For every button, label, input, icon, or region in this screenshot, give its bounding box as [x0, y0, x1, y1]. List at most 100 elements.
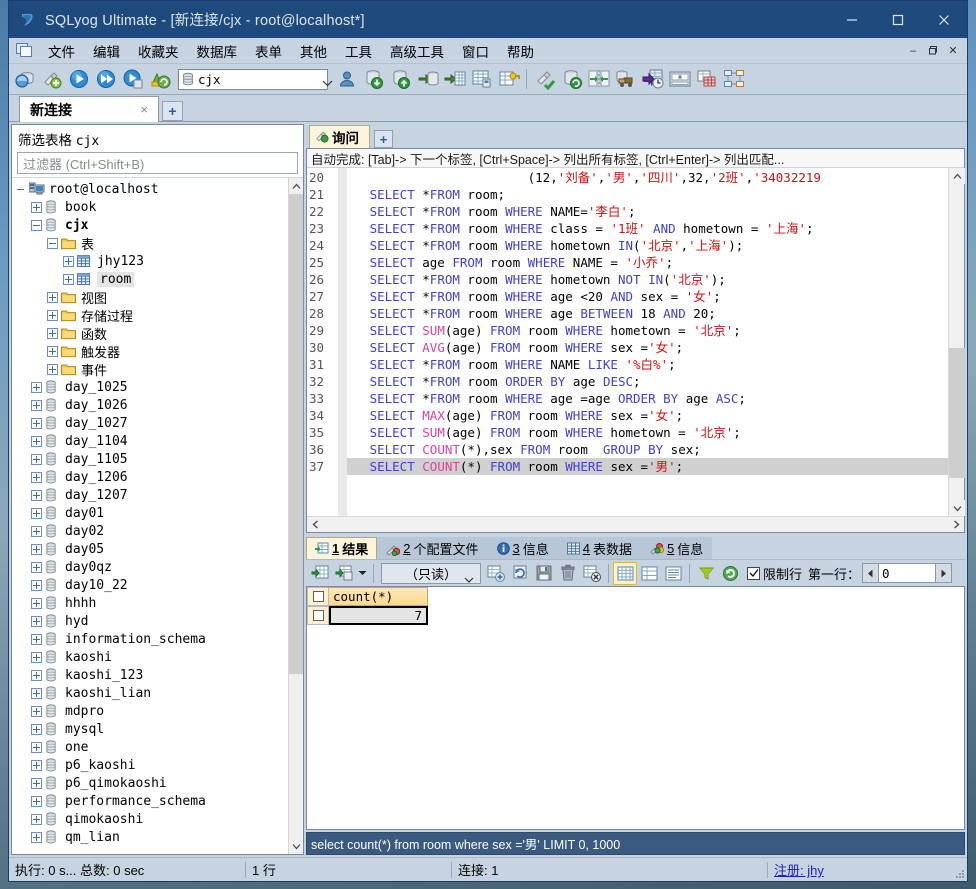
export-table-icon[interactable] — [468, 66, 495, 93]
tree-item[interactable]: 函数 — [12, 324, 288, 342]
code-line[interactable]: SELECT COUNT(*),sex FROM room GROUP BY s… — [347, 441, 948, 458]
tree-item[interactable]: 视图 — [12, 288, 288, 306]
expand-icon[interactable] — [47, 309, 58, 321]
code-line[interactable]: SELECT AVG(age) FROM room WHERE sex ='女'… — [347, 339, 948, 356]
first-row-input[interactable]: 0 — [879, 563, 936, 583]
expand-icon[interactable] — [31, 813, 42, 825]
scrollbar-thumb[interactable] — [289, 194, 303, 674]
refresh-icon[interactable] — [718, 562, 742, 585]
add-connection-tab-button[interactable]: + — [162, 101, 183, 121]
tree-item[interactable]: day10_22 — [12, 576, 288, 594]
connection-tab-active[interactable]: 新连接 × — [19, 96, 159, 122]
filter-input[interactable]: 过滤器 (Ctrl+Shift+B) — [17, 152, 298, 174]
tree-item[interactable]: hyd — [12, 612, 288, 630]
column-header[interactable]: count(*) — [329, 587, 428, 606]
delete-all-icon[interactable] — [580, 562, 604, 585]
add-record-icon[interactable] — [484, 562, 508, 585]
tree-item[interactable]: day01 — [12, 504, 288, 522]
tree-item[interactable]: 表 — [12, 234, 288, 252]
editor-scroll-left-icon[interactable] — [307, 517, 323, 533]
tree-item[interactable]: qimokaoshi — [12, 810, 288, 828]
expand-icon[interactable] — [31, 579, 42, 591]
tree-item[interactable]: day_1027 — [12, 414, 288, 432]
spinner-next-button[interactable] — [935, 563, 953, 583]
tree-item[interactable]: kaoshi — [12, 648, 288, 666]
code-line[interactable]: SELECT MAX(age) FROM room WHERE sex ='女'… — [347, 407, 948, 424]
tree-item[interactable]: one — [12, 738, 288, 756]
expand-icon[interactable] — [31, 633, 42, 645]
expand-icon[interactable] — [63, 255, 74, 267]
new-connection-icon[interactable] — [11, 66, 38, 93]
menu-table[interactable]: 表单 — [246, 38, 291, 64]
migrate-icon[interactable] — [612, 66, 639, 93]
menu-file[interactable]: 文件 — [39, 38, 84, 64]
select-all-checkbox[interactable] — [307, 587, 329, 606]
result-tab-2[interactable]: 2 个配置文件 — [377, 537, 488, 559]
expand-icon[interactable] — [31, 831, 42, 843]
result-tab-4[interactable]: 4 表数据 — [557, 537, 641, 559]
new-query-icon[interactable] — [38, 66, 65, 93]
object-tree-scrollbar[interactable] — [288, 178, 303, 854]
code-line[interactable]: SELECT age FROM room WHERE NAME = '小乔'; — [347, 254, 948, 271]
tree-item[interactable]: 事件 — [12, 360, 288, 378]
status-register[interactable]: 注册: jhy — [768, 859, 830, 881]
tree-item[interactable]: cjx — [12, 216, 288, 234]
expand-icon[interactable] — [31, 759, 42, 771]
manage-index-icon[interactable] — [495, 66, 522, 93]
menu-database[interactable]: 数据库 — [188, 38, 247, 64]
editor-scroll-up-icon[interactable] — [949, 168, 965, 184]
expand-icon[interactable] — [47, 291, 58, 303]
editor-scroll-right-icon[interactable] — [948, 517, 964, 533]
result-grid[interactable]: count(*) 7 — [306, 586, 965, 830]
database-selector[interactable]: cjx — [178, 68, 333, 90]
save-icon[interactable] — [532, 562, 556, 585]
tree-item[interactable]: kaoshi_lian — [12, 684, 288, 702]
add-query-tab-button[interactable]: + — [374, 130, 393, 148]
expand-icon[interactable] — [31, 489, 42, 501]
tree-item[interactable]: hhhh — [12, 594, 288, 612]
code-text[interactable]: (12,'刘备','男','四川',32,'2班','34032219 SELE… — [347, 168, 948, 516]
execute-all-queries-icon[interactable] — [92, 66, 119, 93]
expand-icon[interactable] — [31, 381, 42, 393]
menu-edit[interactable]: 编辑 — [84, 38, 129, 64]
expand-icon[interactable] — [31, 399, 42, 411]
editor-vertical-scrollbar[interactable] — [948, 168, 965, 516]
backup-database-icon[interactable] — [414, 66, 441, 93]
scroll-up-icon[interactable] — [289, 178, 303, 194]
tree-item[interactable]: 触发器 — [12, 342, 288, 360]
expand-icon[interactable] — [31, 597, 42, 609]
expand-icon[interactable] — [31, 435, 42, 447]
code-line[interactable]: SELECT SUM(age) FROM room WHERE hometown… — [347, 424, 948, 441]
tree-item[interactable]: kaoshi_123 — [12, 666, 288, 684]
limit-rows-control[interactable]: 限制行 — [747, 564, 802, 583]
editor-scroll-down-icon[interactable] — [949, 500, 965, 516]
dropdown-arrow-icon[interactable] — [356, 562, 369, 585]
result-tab-1[interactable]: 1 结果 — [306, 537, 378, 559]
expand-icon[interactable] — [31, 201, 42, 213]
duplicate-row-icon[interactable] — [332, 562, 356, 585]
expand-icon[interactable] — [31, 777, 42, 789]
tree-item[interactable]: day_1026 — [12, 396, 288, 414]
code-line[interactable]: SELECT *FROM room WHERE class = '1班' AND… — [347, 220, 948, 237]
resize-grip-icon[interactable] — [953, 867, 965, 879]
tree-item[interactable]: day_1025 — [12, 378, 288, 396]
tree-item[interactable]: day_1104 — [12, 432, 288, 450]
maximize-button[interactable] — [875, 1, 921, 38]
expand-icon[interactable] — [47, 345, 58, 357]
mdi-close-button[interactable]: ✕ — [943, 41, 963, 61]
expand-icon[interactable] — [31, 507, 42, 519]
export-as-sql-icon[interactable] — [441, 66, 468, 93]
text-view-icon[interactable] — [661, 562, 685, 585]
filter-icon[interactable] — [694, 562, 718, 585]
mdi-system-icon[interactable] — [13, 41, 35, 61]
menu-powertools[interactable]: 高级工具 — [381, 38, 453, 64]
code-line[interactable]: SELECT *FROM room WHERE NAME LIKE '%白%'; — [347, 356, 948, 373]
expand-icon[interactable] — [31, 669, 42, 681]
tree-item[interactable]: p6_kaoshi — [12, 756, 288, 774]
expand-icon[interactable] — [31, 525, 42, 537]
expand-icon[interactable] — [31, 417, 42, 429]
user-manager-icon[interactable] — [333, 66, 360, 93]
code-line[interactable]: SELECT *FROM room WHERE age <20 AND sex … — [347, 288, 948, 305]
mdi-minimize-button[interactable]: – — [903, 41, 923, 61]
minimize-button[interactable] — [829, 1, 875, 38]
